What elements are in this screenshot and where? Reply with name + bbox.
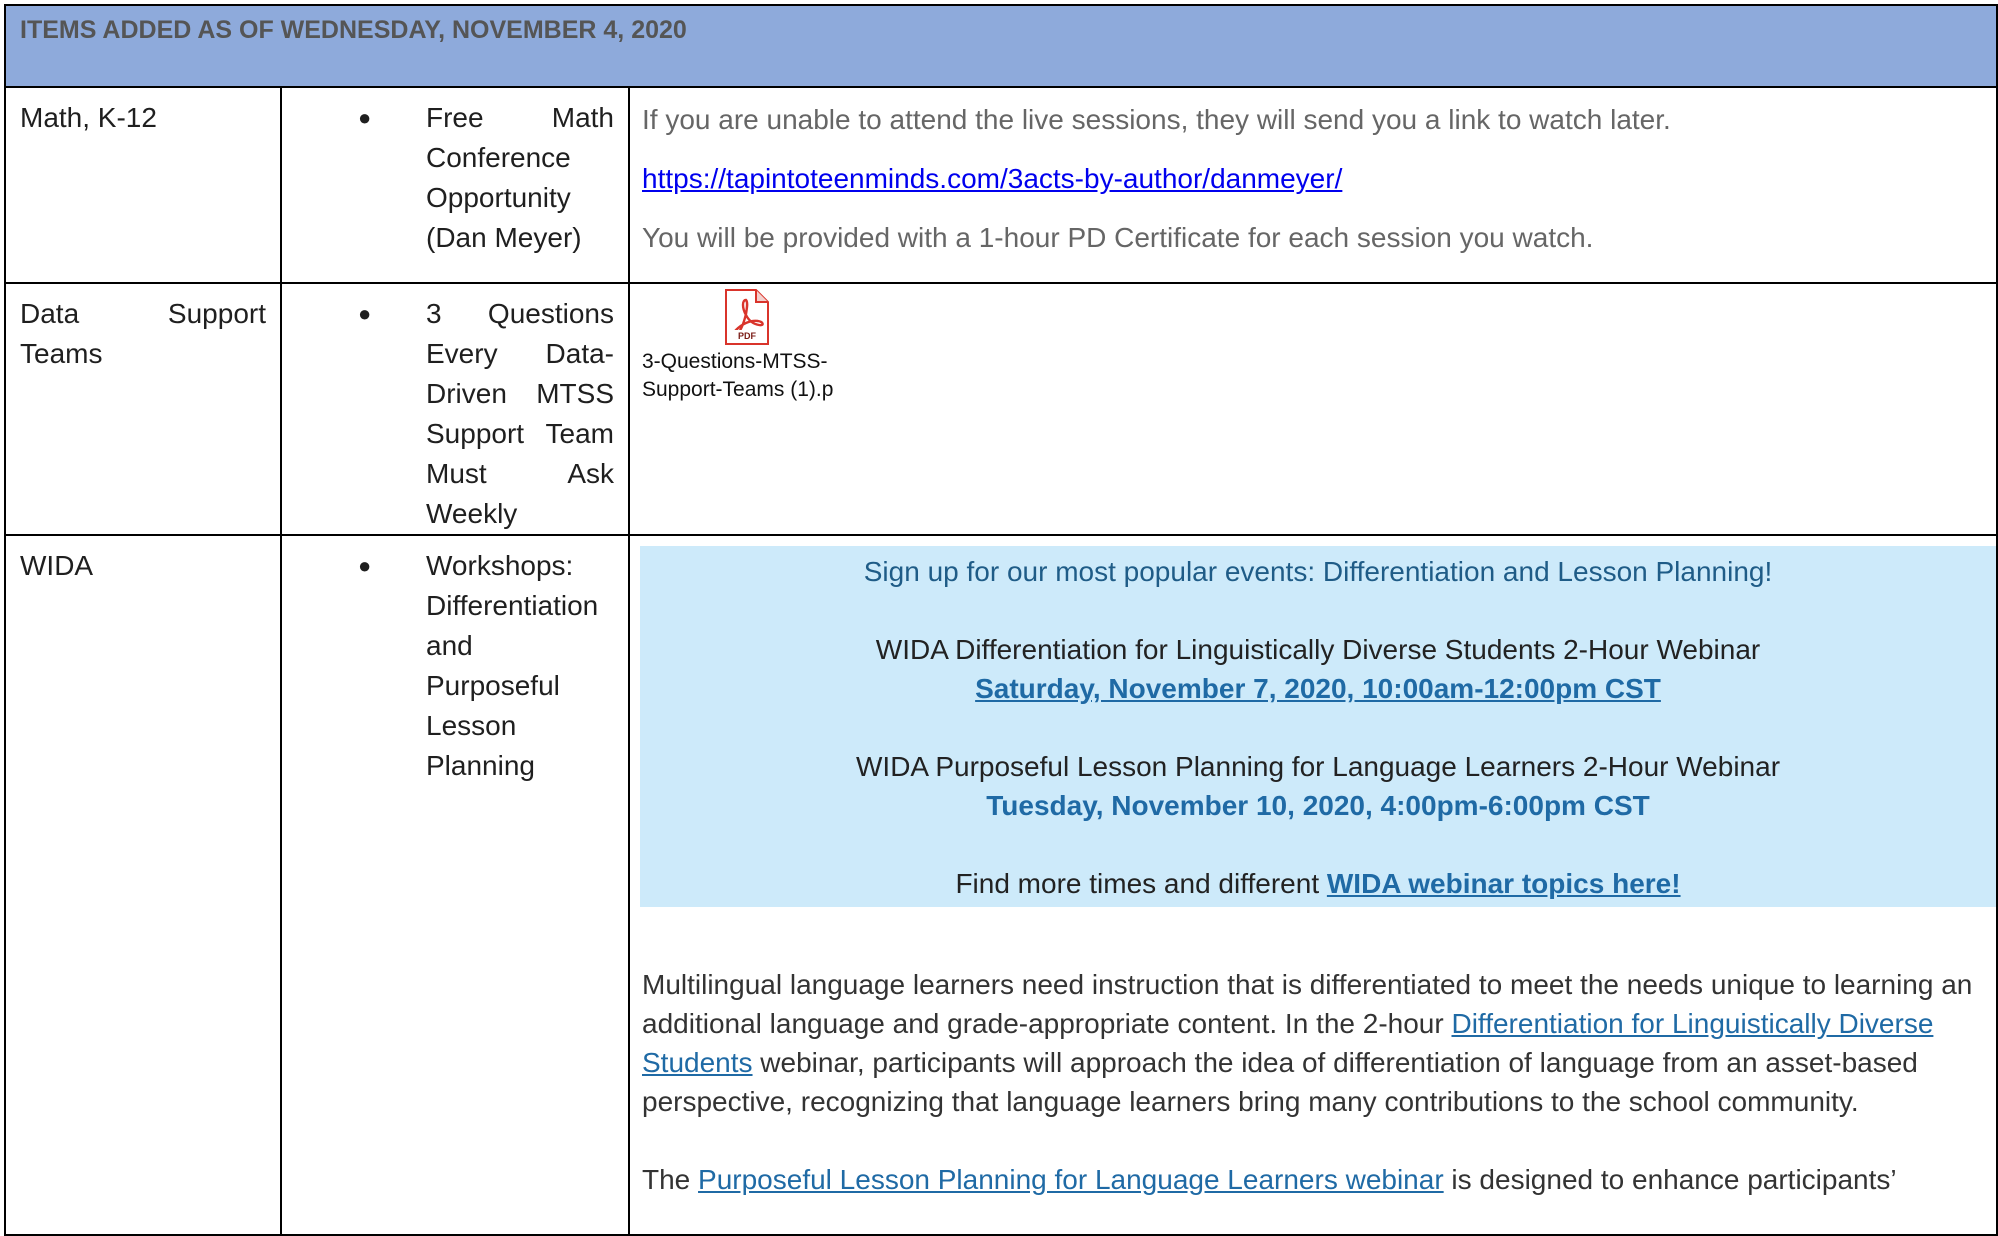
- item-label: Free Math Conference Opportunity (Dan Me…: [426, 102, 614, 253]
- header-row: ITEMS ADDED AS OF WEDNESDAY, NOVEMBER 4,…: [3, 4, 1998, 88]
- conference-link[interactable]: https://tapintoteenminds.com/3acts-by-au…: [642, 163, 1342, 194]
- item-label: 3 Questions Every Data-Driven MTSS Suppo…: [426, 298, 614, 529]
- details-line: You will be provided with a 1-hour PD Ce…: [642, 222, 1594, 253]
- details-cell: Sign up for our most popular events: Dif…: [627, 534, 1998, 1236]
- item-cell: ● Workshops: Differentiation and Purpose…: [280, 534, 630, 1236]
- wida-topics-link[interactable]: WIDA webinar topics here!: [1327, 868, 1681, 899]
- webinar-title: WIDA Differentiation for Linguistically …: [875, 634, 1761, 665]
- category-label: Math, K-12: [20, 102, 157, 133]
- details-cell: If you are unable to attend the live ses…: [627, 86, 1998, 284]
- category-cell: WIDA: [4, 534, 282, 1236]
- category-cell: Math, K-12: [4, 86, 282, 284]
- table-row: Data Support Teams ● 3 Questions Every D…: [4, 282, 1998, 536]
- svg-text:PDF: PDF: [738, 331, 757, 341]
- item-label: Workshops: Differentiation and Purposefu…: [426, 550, 599, 781]
- lesson-planning-link[interactable]: Purposeful Lesson Planning for Language …: [698, 1164, 1444, 1195]
- event-box: Sign up for our most popular events: Dif…: [640, 546, 1997, 907]
- category-label: Data Support Teams: [20, 298, 266, 369]
- bullet-icon: ●: [358, 105, 372, 130]
- wida-paragraph: The Purposeful Lesson Planning for Langu…: [642, 1164, 1897, 1195]
- table-row: Math, K-12 ● Free Math Conference Opport…: [4, 86, 1998, 284]
- bullet-item: ● Free Math Conference Opportunity (Dan …: [296, 98, 614, 258]
- webinar-date: Tuesday, November 10, 2020, 4:00pm-6:00p…: [986, 790, 1650, 821]
- details-line: If you are unable to attend the live ses…: [642, 104, 1671, 135]
- webinar-title: WIDA Purposeful Lesson Planning for Lang…: [855, 751, 1781, 782]
- bullet-item: ● 3 Questions Every Data-Driven MTSS Sup…: [296, 294, 614, 534]
- pdf-filename: 3-Questions-MTSS- Support-Teams (1).p: [642, 350, 834, 401]
- event-headline: Sign up for our most popular events: Dif…: [863, 556, 1773, 587]
- table-row: WIDA ● Workshops: Differentiation and Pu…: [4, 534, 1998, 1236]
- webinar-date-link[interactable]: Saturday, November 7, 2020, 10:00am-12:0…: [975, 673, 1661, 704]
- details-cell: PDF 3-Questions-MTSS- Support-Teams (1).…: [627, 282, 1998, 536]
- pdf-icon: PDF: [725, 289, 769, 345]
- wida-paragraph: Multilingual language learners need inst…: [642, 969, 1973, 1117]
- pdf-attachment[interactable]: PDF 3-Questions-MTSS- Support-Teams (1).…: [642, 288, 852, 404]
- header-title: ITEMS ADDED AS OF WEDNESDAY, NOVEMBER 4,…: [20, 16, 687, 44]
- bullet-icon: ●: [358, 553, 372, 578]
- more-topics-line: Find more times and different WIDA webin…: [955, 868, 1681, 899]
- header-cell: ITEMS ADDED AS OF WEDNESDAY, NOVEMBER 4,…: [3, 4, 1998, 88]
- item-cell: ● 3 Questions Every Data-Driven MTSS Sup…: [280, 282, 630, 536]
- bullet-item: ● Workshops: Differentiation and Purpose…: [296, 546, 614, 786]
- item-cell: ● Free Math Conference Opportunity (Dan …: [280, 86, 630, 284]
- category-cell: Data Support Teams: [4, 282, 282, 536]
- bullet-icon: ●: [358, 301, 372, 326]
- items-table: ITEMS ADDED AS OF WEDNESDAY, NOVEMBER 4,…: [3, 4, 1998, 1236]
- category-label: WIDA: [20, 550, 94, 581]
